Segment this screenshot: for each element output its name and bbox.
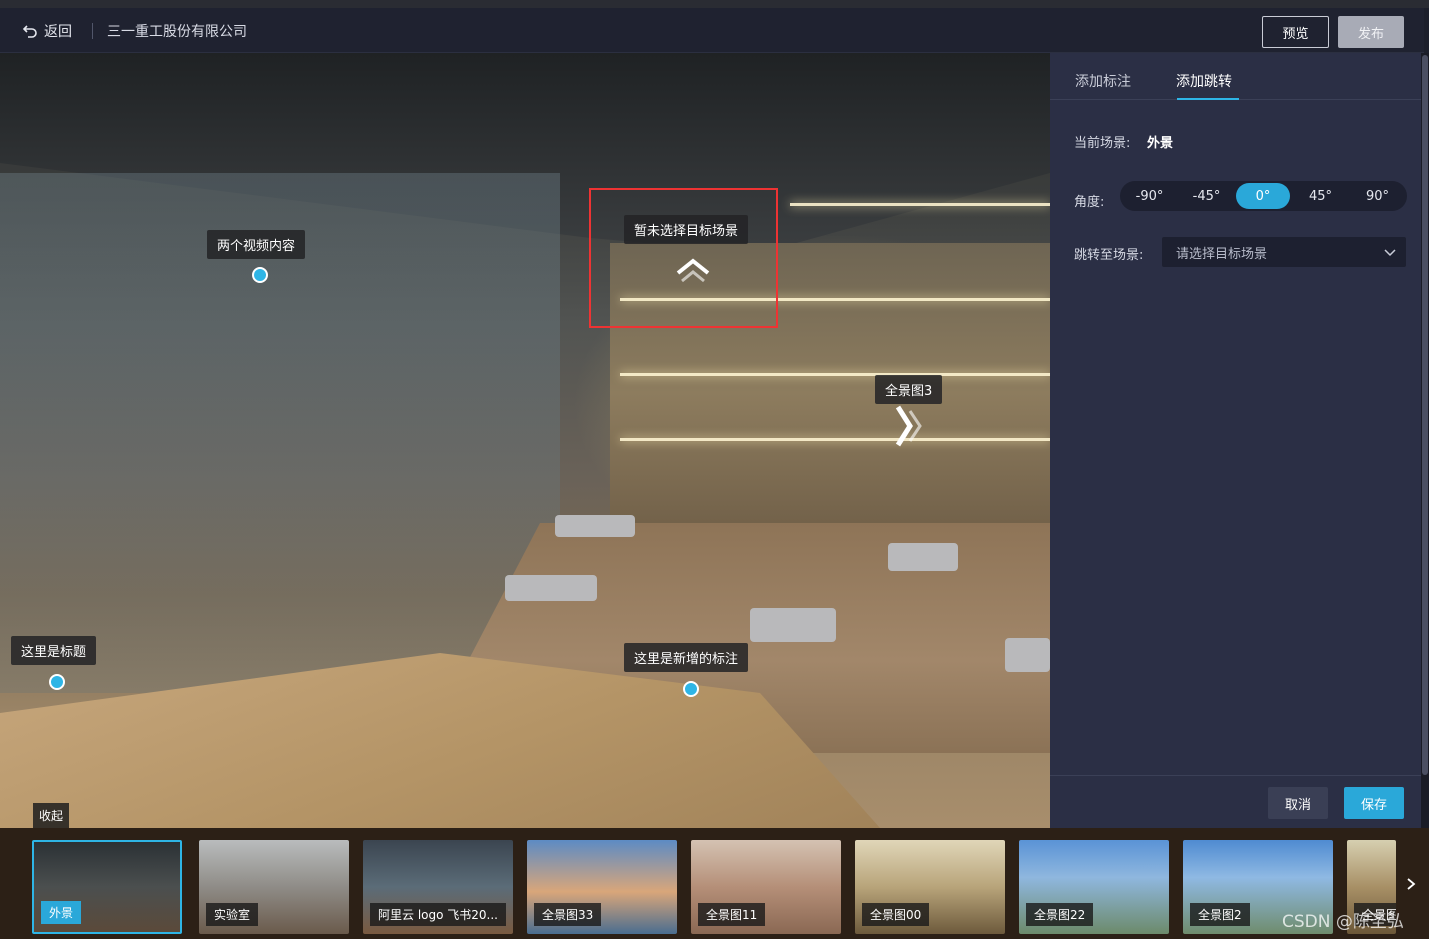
scene-cushion <box>1005 638 1050 672</box>
jump-hotspot-label[interactable]: 全景图3 <box>875 375 943 404</box>
shelf-light <box>790 203 1050 206</box>
chevron-up-icon[interactable] <box>674 251 712 283</box>
hotspot-dot[interactable] <box>683 681 699 697</box>
angle-option[interactable]: -90° <box>1121 181 1178 211</box>
scene-thumbnail[interactable]: 全景图33 <box>527 840 677 934</box>
angle-option[interactable]: -45° <box>1178 181 1235 211</box>
target-scene-placeholder: 请选择目标场景 <box>1176 246 1268 262</box>
hotspot-label[interactable]: 这里是新增的标注 <box>624 643 749 672</box>
scene-cushion <box>888 543 958 571</box>
panel-footer-divider <box>1050 775 1421 776</box>
jump-hotspot-label[interactable]: 暂未选择目标场景 <box>624 215 749 244</box>
save-button[interactable]: 保存 <box>1344 787 1404 819</box>
scene-thumbnail-label: 全景图00 <box>862 903 930 926</box>
tab-add-jump[interactable]: 添加跳转 <box>1176 71 1232 91</box>
header-divider <box>92 23 93 39</box>
jump-target-label: 跳转至场景: <box>1074 248 1144 263</box>
angle-option[interactable]: 90° <box>1349 181 1406 211</box>
tab-add-annotation[interactable]: 添加标注 <box>1075 71 1131 91</box>
hotspot-dot[interactable] <box>49 674 65 690</box>
scene-thumbnail[interactable]: 全景图11 <box>691 840 841 934</box>
back-arrow-icon <box>22 25 37 38</box>
watermark: CSDN @陈圣弘 <box>1282 912 1404 932</box>
back-label: 返回 <box>44 24 72 40</box>
shelf-light <box>620 373 1050 376</box>
panel-scrollbar[interactable] <box>1421 53 1429 828</box>
angle-option[interactable]: 45° <box>1292 181 1349 211</box>
scene-thumbnail[interactable]: 实验室 <box>199 840 349 934</box>
scene-thumbnail[interactable]: 阿里云 logo 飞书20... <box>363 840 513 934</box>
scrollbar-thumb[interactable] <box>1422 55 1428 775</box>
hotspot-label[interactable]: 这里是标题 <box>11 636 97 665</box>
scene-thumbnail[interactable]: 全景图00 <box>855 840 1005 934</box>
active-tab-indicator <box>1177 98 1239 100</box>
scene-thumbnail-label: 阿里云 logo 飞书20... <box>370 903 506 926</box>
scene-thumbnail-label: 全景图22 <box>1026 903 1094 926</box>
scene-thumbnail-label: 实验室 <box>206 903 259 926</box>
top-bar: 返回 三一重工股份有限公司 预览 发布 <box>0 8 1424 53</box>
angle-label: 角度: <box>1074 195 1105 210</box>
panorama-viewer[interactable]: 两个视频内容 暂未选择目标场景 全景图3 这里是标题 这里是新增的标注 <box>0 53 1050 828</box>
scene-cushion <box>555 515 635 537</box>
scene-thumbnail[interactable]: 外景 <box>32 840 182 934</box>
current-scene-label: 当前场景: <box>1074 136 1131 151</box>
target-scene-select[interactable]: 请选择目标场景 <box>1162 237 1406 267</box>
cancel-button[interactable]: 取消 <box>1268 787 1328 819</box>
panel-tabs: 添加标注 添加跳转 <box>1050 53 1421 100</box>
preview-button[interactable]: 预览 <box>1262 16 1329 48</box>
angle-option-selected[interactable]: 0° <box>1236 183 1290 209</box>
back-button[interactable]: 返回 <box>22 21 72 41</box>
current-scene-value: 外景 <box>1147 136 1174 151</box>
chevron-right-icon[interactable] <box>890 403 926 449</box>
shelf-light <box>620 438 1050 441</box>
scene-thumbnail-label: 全景图11 <box>698 903 766 926</box>
hotspot-label[interactable]: 两个视频内容 <box>207 230 306 259</box>
scene-cushion <box>750 608 836 642</box>
company-name: 三一重工股份有限公司 <box>107 24 247 40</box>
publish-button[interactable]: 发布 <box>1338 16 1404 48</box>
hotspot-dot[interactable] <box>252 267 268 283</box>
collapse-button[interactable]: 收起 <box>33 803 70 828</box>
angle-selector: -90° -45° 0° 45° 90° <box>1120 181 1407 211</box>
scene-thumbnail-strip: 外景 实验室 阿里云 logo 飞书20... 全景图33 全景图11 全景图0… <box>0 828 1429 939</box>
scene-thumbnail-label: 全景图2 <box>1190 903 1250 926</box>
chevron-down-icon <box>1384 249 1396 257</box>
scene-thumbnail-label: 外景 <box>41 901 82 924</box>
scene-thumbnail[interactable]: 全景图22 <box>1019 840 1169 934</box>
scene-thumbnail-label: 全景图33 <box>534 903 602 926</box>
scene-cushion <box>505 575 597 601</box>
chevron-right-icon[interactable] <box>1402 873 1420 895</box>
window-top-strip <box>0 0 1429 8</box>
jump-settings-panel: 添加标注 添加跳转 <box>1050 53 1421 828</box>
